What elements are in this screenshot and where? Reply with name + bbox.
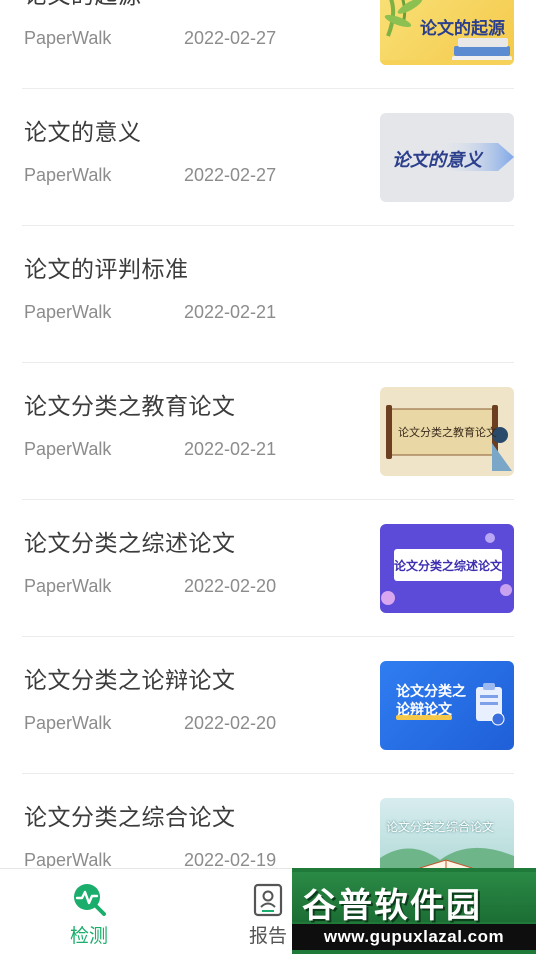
- thumbnail-text-line2: 论辩论文: [396, 702, 452, 718]
- article-date: 2022-02-20: [184, 713, 277, 733]
- article-author: PaperWalk: [24, 576, 112, 596]
- article-author: PaperWalk: [24, 28, 112, 48]
- article-thumbnail: 论文分类之综合论文: [380, 798, 514, 868]
- article-author: PaperWalk: [24, 713, 112, 733]
- article-thumbnail: 论文分类之教育论文: [380, 387, 514, 476]
- list-item[interactable]: 论文分类之综述论文 PaperWalk 2022-02-20 论文分类之综述论文: [22, 500, 514, 637]
- article-date: 2022-02-21: [184, 302, 277, 322]
- list-item[interactable]: 论文分类之论辩论文 PaperWalk 2022-02-20 论文分类之 论辩论…: [22, 637, 514, 774]
- watermark: 谷普软件园 www.gupuxlazal.com: [292, 868, 536, 954]
- article-title: 论文分类之综合论文: [24, 805, 236, 831]
- article-date: 2022-02-27: [184, 165, 277, 185]
- article-date: 2022-02-21: [184, 439, 277, 459]
- list-item[interactable]: 论文分类之教育论文 PaperWalk 2022-02-21 论文分类之教育论文: [22, 363, 514, 500]
- article-date: 2022-02-19: [184, 850, 277, 868]
- article-title: 论文的起源: [24, 0, 142, 10]
- thumbnail-text: 论文的意义: [392, 150, 482, 171]
- article-title: 论文分类之论辩论文: [24, 668, 236, 694]
- article-thumbnail: 论文分类之综述论文: [380, 524, 514, 613]
- article-title: 论文的评判标准: [24, 257, 189, 283]
- article-author: PaperWalk: [24, 850, 112, 868]
- thumbnail-text: 论文分类之综述论文: [394, 559, 503, 573]
- article-author: PaperWalk: [24, 439, 112, 459]
- thumbnail-text: 论文的起源: [420, 19, 505, 39]
- list-item[interactable]: 论文分类之综合论文 PaperWalk 2022-02-19 论文分类之综合论文: [22, 774, 514, 868]
- article-date: 2022-02-27: [184, 28, 277, 48]
- report-icon: [253, 883, 283, 917]
- list-item[interactable]: 论文的评判标准 PaperWalk 2022-02-21: [22, 226, 514, 363]
- watermark-url: www.gupuxlazal.com: [292, 924, 536, 950]
- list-item[interactable]: 论文的意义 PaperWalk 2022-02-27 论文的意义: [22, 89, 514, 226]
- article-thumbnail: 论文分类之 论辩论文: [380, 661, 514, 750]
- thumbnail-text: 论文分类之综合论文: [386, 820, 495, 834]
- article-date: 2022-02-20: [184, 576, 277, 596]
- article-author: PaperWalk: [24, 302, 112, 322]
- article-title: 论文的意义: [24, 120, 142, 146]
- article-list: 论文的起源 PaperWalk 2022-02-27 论文的起源 论文的意义 P…: [0, 0, 536, 868]
- article-title: 论文分类之综述论文: [24, 531, 236, 557]
- article-title: 论文分类之教育论文: [24, 394, 236, 420]
- article-thumbnail: 论文的起源: [380, 0, 514, 65]
- article-thumbnail: 论文的意义: [380, 113, 514, 202]
- list-item[interactable]: 论文的起源 PaperWalk 2022-02-27 论文的起源: [22, 0, 514, 89]
- tab-detect[interactable]: 检测: [39, 869, 139, 954]
- search-pulse-icon: [74, 884, 106, 916]
- watermark-title: 谷普软件园: [302, 886, 482, 926]
- thumbnail-text: 论文分类之教育论文: [398, 426, 497, 439]
- watermark-banner: 谷普软件园: [292, 872, 536, 926]
- article-author: PaperWalk: [24, 165, 112, 185]
- thumbnail-text-line1: 论文分类之: [396, 684, 466, 700]
- tab-label: 检测: [69, 925, 108, 947]
